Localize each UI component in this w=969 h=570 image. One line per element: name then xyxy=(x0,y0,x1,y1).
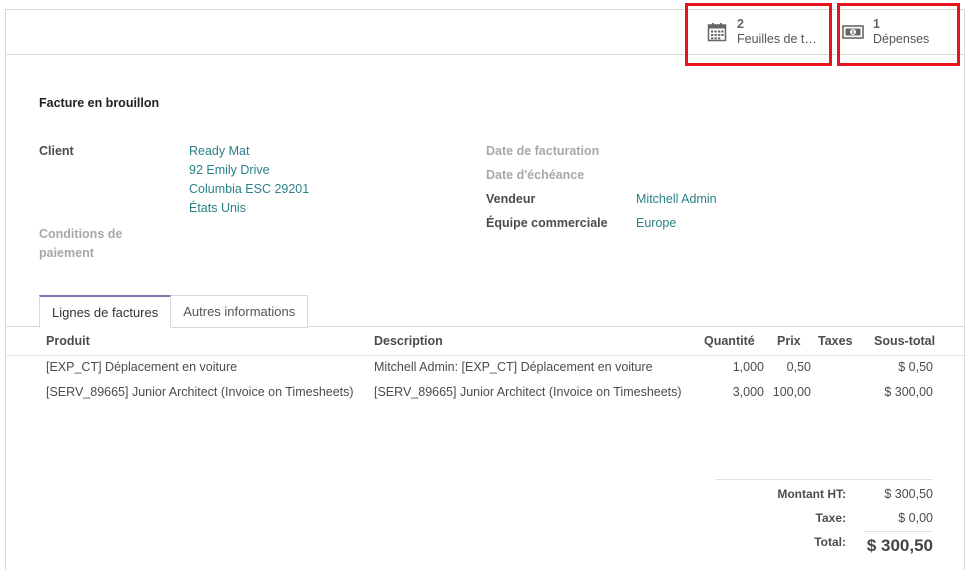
client-address-country: États Unis xyxy=(189,201,246,215)
due-date-label: Date d'échéance xyxy=(486,168,585,182)
sales-team-link[interactable]: Europe xyxy=(636,216,676,230)
col-taxes[interactable]: Taxes xyxy=(818,334,853,348)
row-description: Mitchell Admin: [EXP_CT] Déplacement en … xyxy=(374,360,653,374)
total-value: $ 300,50 xyxy=(866,536,933,555)
client-address-street: 92 Emily Drive xyxy=(189,163,270,177)
invoice-lines-header: Produit Description Quantité Prix Taxes … xyxy=(6,327,964,356)
smart-button-bar: 2 Feuilles de t… 1 1 Dépenses xyxy=(6,10,964,55)
expenses-smart-button[interactable]: 1 1 Dépenses xyxy=(842,10,929,54)
svg-text:1: 1 xyxy=(851,30,855,36)
col-quantity[interactable]: Quantité xyxy=(704,334,755,348)
sales-team-label: Équipe commerciale xyxy=(486,216,608,230)
timesheets-smart-button[interactable]: 2 Feuilles de t… xyxy=(706,10,817,54)
tax-amount-label: Taxe: xyxy=(815,511,846,525)
row-quantity: 3,000 xyxy=(732,385,764,399)
tab-invoice-lines[interactable]: Lignes de factures xyxy=(39,295,172,328)
untaxed-amount-label: Montant HT: xyxy=(777,487,846,501)
row-price: 0,50 xyxy=(786,360,811,374)
timesheets-label: Feuilles de t… xyxy=(737,32,817,46)
timesheets-count: 2 xyxy=(737,17,744,31)
client-address-city: Columbia ESC 29201 xyxy=(189,182,310,196)
totals-divider xyxy=(715,479,933,480)
invoice-status-title: Facture en brouillon xyxy=(39,96,160,110)
col-product[interactable]: Produit xyxy=(46,334,90,348)
row-subtotal: $ 300,00 xyxy=(884,385,933,399)
col-description[interactable]: Description xyxy=(374,334,443,348)
row-price: 100,00 xyxy=(772,385,811,399)
expenses-label: Dépenses xyxy=(873,32,930,46)
row-product: [SERV_89665] Junior Architect (Invoice o… xyxy=(46,385,354,399)
client-name-link[interactable]: Ready Mat xyxy=(189,144,249,158)
money-icon: 1 xyxy=(842,21,864,43)
untaxed-amount-value: $ 300,50 xyxy=(884,487,933,501)
tab-other-info[interactable]: Autres informations xyxy=(171,295,309,328)
salesperson-label: Vendeur xyxy=(486,192,536,206)
salesperson-link[interactable]: Mitchell Admin xyxy=(636,192,717,206)
total-divider xyxy=(864,531,933,532)
calendar-icon xyxy=(706,21,728,43)
invoice-date-label: Date de facturation xyxy=(486,144,600,158)
row-description: [SERV_89665] Junior Architect (Invoice o… xyxy=(374,385,682,399)
row-quantity: 1,000 xyxy=(732,360,764,374)
client-label: Client xyxy=(39,144,74,158)
row-product: [EXP_CT] Déplacement en voiture xyxy=(46,360,238,374)
col-price[interactable]: Prix xyxy=(777,334,801,348)
col-subtotal[interactable]: Sous-total xyxy=(874,334,935,348)
invoice-form-sheet: 2 Feuilles de t… 1 1 Dépenses Facture en… xyxy=(5,9,965,570)
expenses-count: 1 xyxy=(873,17,880,31)
payment-terms-label: Conditions de paiement xyxy=(39,227,123,260)
row-subtotal: $ 0,50 xyxy=(898,360,933,374)
notebook-tabs: Lignes de factures Autres informations xyxy=(39,295,309,328)
tax-amount-value: $ 0,00 xyxy=(898,511,933,525)
